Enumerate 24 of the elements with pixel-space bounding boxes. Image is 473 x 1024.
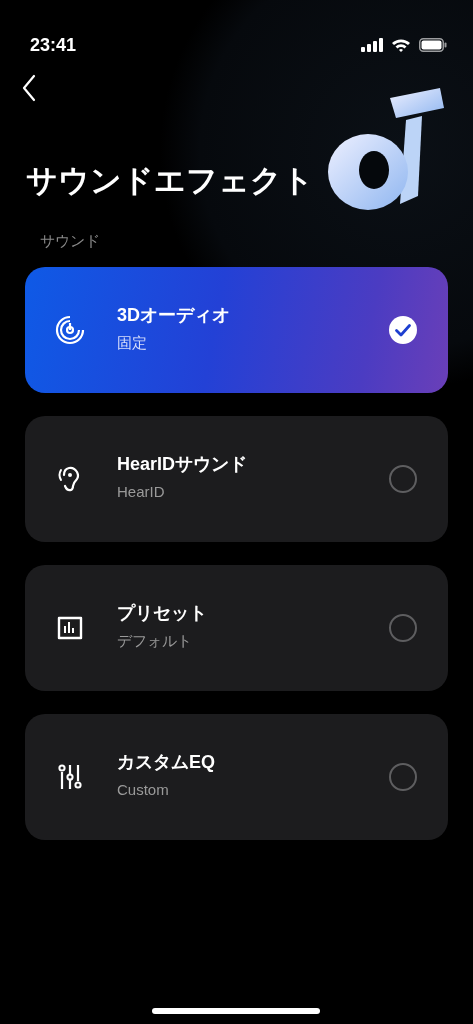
selected-option-card[interactable]: 3Dオーディオ 固定	[25, 266, 448, 393]
signal-icon	[361, 38, 383, 52]
target-icon	[55, 314, 85, 345]
radio-icon	[388, 612, 418, 643]
option-title: プリセット	[117, 602, 207, 625]
option-card[interactable]: HearIDサウンド HearID	[25, 415, 448, 542]
page-title: サウンドエフェクト	[26, 162, 314, 200]
radio-icon	[388, 463, 418, 494]
status-time: 23:41	[30, 33, 77, 57]
radio-icon	[388, 761, 418, 792]
option-subtitle: Custom	[117, 779, 170, 800]
battery-icon	[419, 38, 447, 52]
check-icon	[388, 314, 418, 345]
option-subtitle: デフォルト	[117, 630, 193, 651]
section-label: サウンド	[40, 231, 101, 251]
option-card[interactable]: プリセット デフォルト	[25, 564, 448, 691]
option-title: 3Dオーディオ	[117, 304, 230, 327]
option-subtitle: 固定	[117, 332, 148, 353]
wifi-icon	[391, 38, 411, 52]
option-subtitle: HearID	[117, 481, 166, 502]
option-title: HearIDサウンド	[117, 453, 248, 476]
slider-icon	[55, 761, 85, 792]
option-card[interactable]: カスタムEQ Custom	[25, 713, 448, 840]
option-title: カスタムEQ	[117, 751, 215, 774]
